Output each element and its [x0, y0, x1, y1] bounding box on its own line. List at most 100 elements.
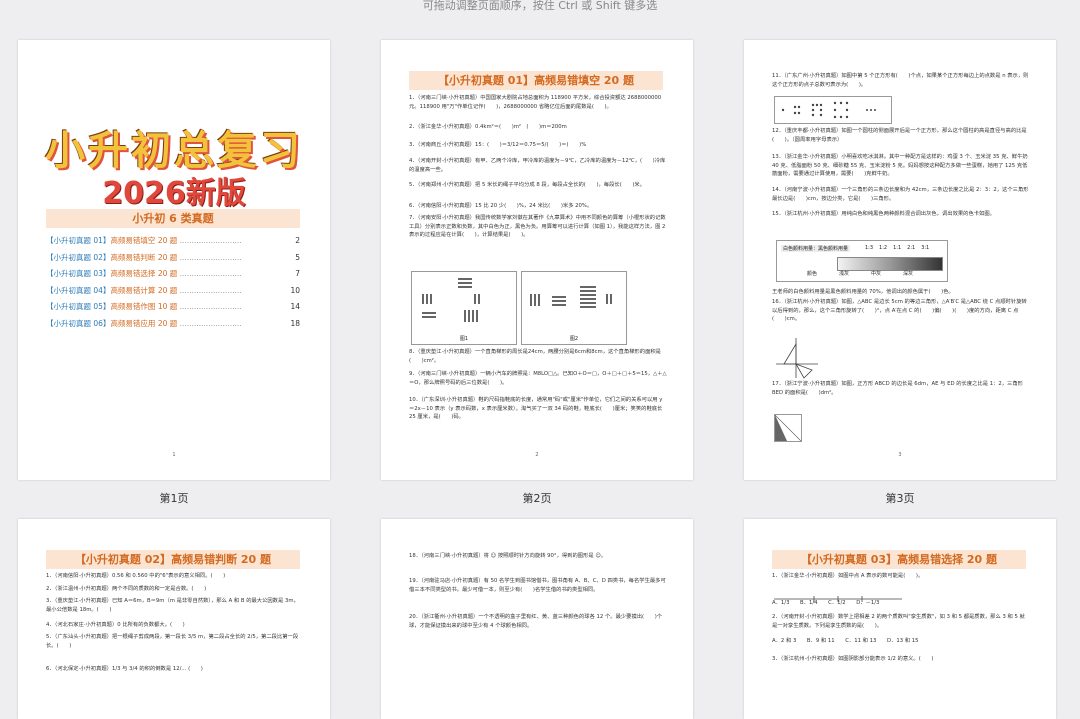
toc-tag: 【小升初真题 05】 — [46, 302, 111, 311]
question-text: 13．（浙江金华·小升初真题）小明喜欢吃冰淇淋。其中一种配方是这样的：鸡蛋 3 … — [772, 154, 1028, 177]
toc-title: 高频易错计算 20 题 — [110, 285, 178, 295]
toc-leader: .......................... — [177, 236, 242, 245]
question-text: 1．（河南信阳·小升初真题）0.56 和 0.560 中的"6"表示的意义相同。… — [46, 573, 226, 579]
page-thumbnail-5[interactable]: 18．（河南三门峡·小升初真题）将 ☺ 按照顺时针方向旋转 90°，得到的图形是… — [381, 519, 693, 719]
ratio-label: 1:2 — [879, 245, 888, 251]
page-thumbnail-3[interactable]: 11．（广东广州·小升初真题）如图中第 5 个正方形有( )个点，如果某个正方形… — [744, 40, 1056, 480]
question-text: 3．（浙江杭州·小升初真题）如图阴影部分能表示 1/2 的意义。( ) — [772, 656, 934, 662]
toc-leader: .......................... — [177, 302, 242, 311]
square-figure — [774, 414, 802, 442]
question-text: 7．（河南安阳·小升初真题）我国传统数学家刘徽在其著作《九章算术》中用不同颜色的… — [409, 215, 666, 238]
toc-leader: .......................... — [177, 252, 242, 262]
question-text: 8．（重庆垫江·小升初真题）一个直角梯形的周长是24cm，两腰分别是6cm和8c… — [409, 349, 661, 364]
question-text: 5．（河南郑州·小升初真题）把 5 米长的绳子平均分成 8 段，每段占全长的( … — [409, 182, 646, 188]
toc-page-number: 14 — [290, 302, 300, 311]
toc-entry: 【小升初真题 06】高频易错应用 20 题 ..................… — [46, 319, 300, 329]
color-card-figure: 白色颜料用量：黑色颜料用量 1:3 1:2 1:1 2:1 3:1 颜色 浅灰 中灰 深灰 — [776, 240, 948, 282]
figure-1-caption: 图1 — [459, 336, 469, 342]
color-name: 颜色 — [807, 271, 818, 277]
question-text: 20．（浙江衢州·小升初真题）一个不透明的盒子里有红、黄、蓝三种颜色的球各 12… — [409, 614, 663, 629]
toc-entry: 【小升初真题 05】高频易错作图 10 题 ..................… — [46, 302, 300, 312]
toc-leader: .......................... — [177, 318, 242, 328]
section-header: 【小升初真题 03】高频易错选择 20 题 — [772, 550, 1026, 569]
toc-tag: 【小升初真题 06】 — [46, 318, 111, 328]
toc-leader: .......................... — [177, 269, 242, 278]
question-text: 3．（河南商丘·小升初真题）15：( )＝3/12＝0.75＝5/( )＝( )… — [409, 142, 587, 148]
cover-edition: 2026新版 — [102, 176, 246, 211]
question-text: 19．（河南驻马店·小升初真题）有 50 名学生到图书馆借书，图书角有 A、B、… — [409, 578, 666, 593]
page-label-3: 第3页 — [885, 492, 915, 505]
section-header: 【小升初真题 01】高频易错填空 20 题 — [409, 71, 663, 90]
question-text: 3．（重庆垫江·小升初真题）已知 A＝6m，B＝9m（m 是非零自然数），那么 … — [46, 598, 299, 613]
page-thumbnail-1[interactable]: 小升初总复习 2026新版 小升初 6 类真题 【小升初真题 01】高频易错填空… — [18, 40, 330, 480]
question-text: 15．（浙江杭州·小升初真题）用纯白色和纯黑色两种颜料混合调出灰色，调出效果的色… — [772, 211, 995, 217]
color-names: 颜色 浅灰 中灰 深灰 — [807, 270, 935, 277]
question-text: 1．（浙江金华·小升初真题）如图中点 A 表示的数可能是( )。 — [772, 573, 924, 579]
toc-tag: 【小升初真题 02】 — [46, 252, 111, 262]
toc-tag: 【小升初真题 04】 — [46, 285, 111, 295]
toc-entry: 【小升初真题 03】高频易错选择 20 题 ..................… — [46, 269, 300, 279]
reorder-hint: 可拖动调整页面顺序，按住 Ctrl 或 Shift 键多选 — [422, 0, 658, 12]
toc-page-number: 7 — [295, 269, 300, 278]
number-line-figure — [774, 589, 904, 602]
figure-2-caption: 图2 — [569, 336, 579, 342]
question-text: 14．（河南宁波·小升初真题）一个三角形的三条边长度和为 42cm，三条边长度之… — [772, 187, 1029, 202]
question-text: 12．（重庆丰都·小升初真题）如图一个圆柱的侧面展开后是一个正方形，那么这个圆柱… — [772, 128, 1027, 143]
toc-title: 高频易错应用 20 题 — [110, 318, 178, 328]
color-name: 深灰 — [903, 271, 914, 277]
color-name: 中灰 — [871, 271, 882, 277]
toc-page-number: 10 — [290, 285, 300, 295]
toc-title: 高频易错判断 20 题 — [110, 252, 178, 262]
figure-1: 图1 — [411, 271, 517, 345]
question-text: 1．（河南三门峡·小升初真题）中国国家大剧院占地总面积为 118900 平方米，… — [409, 95, 662, 110]
color-name: 浅灰 — [839, 271, 850, 277]
figure-2: 图2 — [521, 271, 627, 345]
toc-page-number: 18 — [290, 318, 300, 328]
ratio-label: 2:1 — [907, 245, 916, 251]
question-text: 10．（广东深圳·小升初真题）鞋的尺码指鞋底的长度，通常用"码"或"厘米"作单位… — [409, 397, 663, 420]
dot-pattern-figure — [774, 96, 892, 124]
toc-title: 高频易错填空 20 题 — [110, 236, 178, 245]
page-number: 1 — [172, 452, 176, 458]
question-text: 9．（河南三门峡·小升初真题）一辆小汽车的牌照是：M8LO□△。已知O＋O＝□，… — [409, 371, 667, 386]
toc-title: 高频易错作图 10 题 — [110, 302, 178, 311]
page-thumbnail-6[interactable]: 【小升初真题 03】高频易错选择 20 题 1．（浙江金华·小升初真题）如图中点… — [744, 519, 1056, 719]
toc-page-number: 2 — [295, 236, 300, 245]
toc-entry: 【小升初真题 02】高频易错判断 20 题 ..................… — [46, 253, 300, 263]
toc-tag: 【小升初真题 03】 — [46, 269, 111, 278]
color-card-label: 白色颜料用量：黑色颜料用量 — [781, 245, 851, 252]
toc-entry: 【小升初真题 01】高频易错填空 20 题 ..................… — [46, 236, 300, 246]
section-header: 【小升初真题 02】高频易错判断 20 题 — [46, 550, 300, 569]
question-text: 11．（广东广州·小升初真题）如图中第 5 个正方形有( )个点，如果某个正方形… — [772, 73, 1029, 88]
page-thumbnail-2[interactable]: 【小升初真题 01】高频易错填空 20 题 1．（河南三门峡·小升初真题）中国国… — [381, 40, 693, 480]
cover-subtitle: 小升初 6 类真题 — [46, 209, 300, 228]
page-number: 2 — [535, 452, 539, 458]
question-text: 17．（浙江宁波·小升初真题）如图，正方形 ABCD 的边长是 6dm，AE 与… — [772, 381, 1023, 396]
toc-title: 高频易错选择 20 题 — [110, 269, 178, 278]
question-text: 2．（浙江金华·小升初真题）0.4km²＝( )m² ( )m＝200m — [409, 124, 567, 130]
question-text: 4．（河北石家庄·小升初真题）0 比所有的负数都大。( ) — [46, 622, 185, 628]
toc-tag: 【小升初真题 01】 — [46, 236, 111, 245]
toc-entry: 【小升初真题 04】高频易错计算 20 题 ..................… — [46, 286, 300, 296]
page-number: 3 — [898, 452, 902, 458]
question-text: 2．（浙江温州·小升初真题）两个不同的质数的和一定是合数。( ) — [46, 586, 207, 592]
question-text: A．2 和 3 B．9 和 11 C．11 和 13 D．13 和 15 — [772, 638, 919, 644]
question-text: 18．（河南三门峡·小升初真题）将 ☺ 按照顺时针方向旋转 90°，得到的图形是… — [409, 553, 607, 559]
ratio-row: 1:3 1:2 1:1 2:1 3:1 — [865, 245, 935, 251]
triangle-figure — [774, 336, 820, 380]
question-text: 5．（广东汕头·小升初真题）把一根绳子剪成两段，第一段长 3/5 m，第二段占全… — [46, 634, 299, 649]
page-label-1: 第1页 — [159, 492, 189, 505]
gradient-bar — [837, 257, 943, 271]
question-text: 6．（河南信阳·小升初真题）15 比 20 少( )%，24 米比( )米多 2… — [409, 203, 593, 209]
page-thumbnail-4[interactable]: 【小升初真题 02】高频易错判断 20 题 1．（河南信阳·小升初真题）0.56… — [18, 519, 330, 719]
question-text: 2．（河南开封·小升初真题）数学上把相差 2 的两个质数叫"孪生质数"，如 3 … — [772, 614, 1025, 629]
question-text: 6．（河北保定·小升初真题）1/3 与 3/4 的积的倒数是 12/... ( … — [46, 666, 203, 672]
question-text: 王老师的白色颜料用量是黑色颜料用量的 70%，他调出的颜色属于( )色。 — [772, 289, 954, 295]
ratio-label: 3:1 — [921, 245, 930, 251]
page-label-2: 第2页 — [522, 492, 552, 505]
toc-leader: .......................... — [177, 285, 242, 295]
ratio-label: 1:1 — [893, 245, 902, 251]
question-text: 16．（浙江杭州·小升初真题）如图，△ABC 是边长 5cm 的等边三角形，△A… — [772, 299, 1027, 322]
toc-page-number: 5 — [295, 252, 300, 262]
ratio-label: 1:3 — [865, 245, 874, 251]
